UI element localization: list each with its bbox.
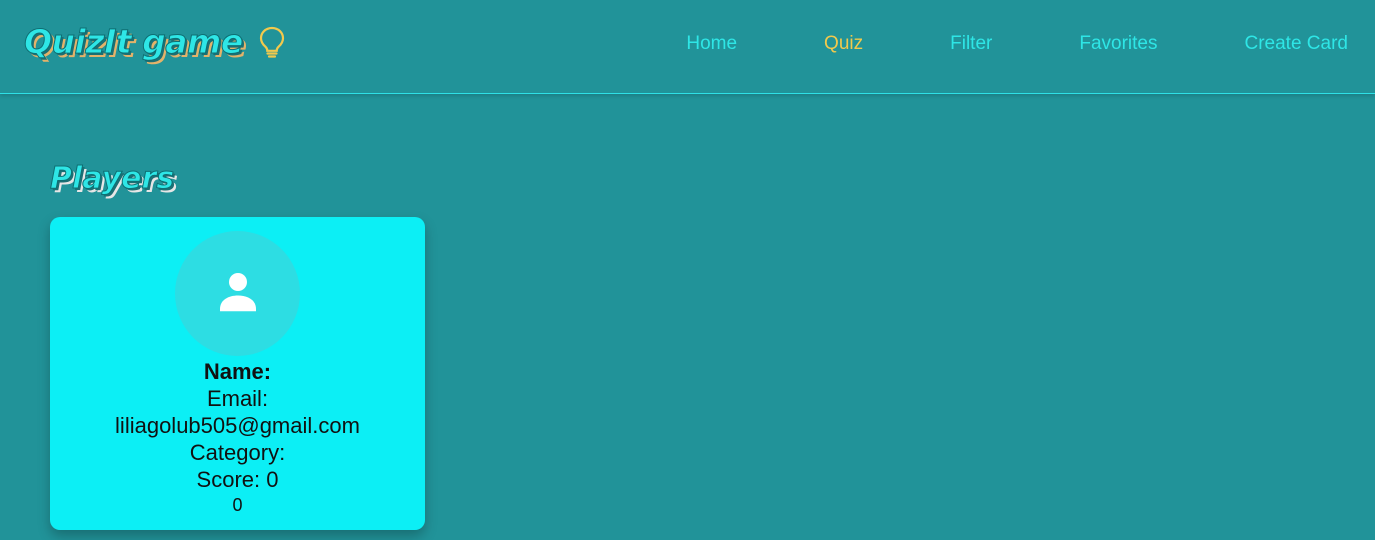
- player-name-label: Name:: [203, 359, 272, 384]
- player-email-label: Email:: [206, 386, 269, 411]
- lightbulb-icon: [257, 25, 287, 59]
- brand-title: QuizIt game: [24, 22, 244, 62]
- top-navbar: QuizIt game Home Quiz Filter Favorites C…: [0, 0, 1375, 94]
- brand-link[interactable]: QuizIt game: [24, 22, 287, 62]
- nav-create-card[interactable]: Create Card: [1245, 33, 1349, 55]
- player-category-label: Category:: [189, 440, 286, 465]
- player-details: Name: Email: liliagolub505@gmail.com Cat…: [50, 358, 425, 517]
- player-email-value: liliagolub505@gmail.com: [115, 413, 360, 438]
- main-nav: Home Quiz Filter Favorites Create Card: [686, 33, 1348, 55]
- player-score-extra: 0: [232, 495, 243, 515]
- nav-filter[interactable]: Filter: [950, 33, 992, 55]
- nav-quiz[interactable]: Quiz: [824, 33, 863, 55]
- section-title: Players: [49, 161, 175, 197]
- player-card: Name: Email: liliagolub505@gmail.com Cat…: [50, 217, 425, 530]
- nav-favorites[interactable]: Favorites: [1079, 33, 1157, 55]
- avatar: [175, 231, 300, 356]
- person-icon: [211, 264, 265, 323]
- player-score: Score: 0: [196, 467, 279, 492]
- nav-home[interactable]: Home: [686, 33, 737, 55]
